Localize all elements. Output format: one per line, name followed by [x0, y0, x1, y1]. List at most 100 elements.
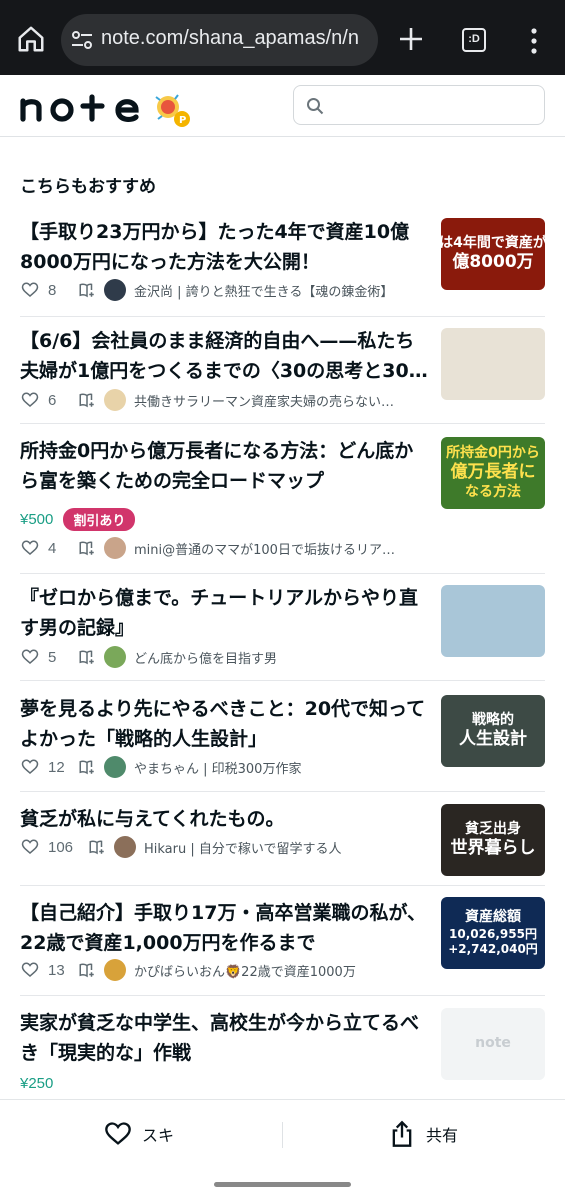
add-to-magazine-icon[interactable]	[78, 391, 96, 409]
note-logo[interactable]: P	[20, 89, 195, 129]
author-name[interactable]: どん底から億を目指す男	[134, 648, 277, 667]
price-row: ¥250	[20, 1075, 53, 1092]
article-title[interactable]: 【6/6】会社員のまま経済的自由へ——私たち夫婦が1億円をつくるまでの〈30の思…	[20, 326, 430, 386]
heart-icon	[105, 1122, 131, 1145]
home-icon[interactable]	[16, 24, 46, 54]
article-card[interactable]: 夢を見るより先にやるべきこと：20代で知ってよかった「戦略的人生設計」 戦略的 人生…	[20, 682, 545, 792]
article-title[interactable]: 【自己紹介】手取り17万・高卒営業職の私が、22歳で資産1,000万円を作るまで	[20, 898, 430, 958]
article-thumbnail[interactable]: 戦略的 人生設計	[441, 695, 545, 767]
article-meta: 8 金沢尚 | 誇りと熱狂で生きる【魂の錬金術】	[20, 279, 430, 301]
author-name[interactable]: 金沢尚 | 誇りと熱狂で生きる【魂の錬金術】	[134, 281, 393, 300]
article-list: 【手取り23万円から】たった4年で資産10億8000万円になった方法を大公開！は…	[0, 205, 565, 1105]
article-title[interactable]: 所持金0円から億万長者になる方法：どん底から富を築くための完全ロードマップ	[20, 436, 430, 496]
article-card[interactable]: 貧乏が私に与えてくれたもの。 貧乏出身 世界暮らし 106 Hikaru | 自分で稼い…	[20, 792, 545, 886]
thumbnail-text: 所持金0円から	[446, 444, 540, 461]
heart-icon[interactable]	[20, 539, 40, 557]
price: ¥500	[20, 511, 54, 528]
article-meta: 13 かぴばらいおん🦁22歳で資産1000万	[20, 959, 430, 981]
new-tab-icon[interactable]	[398, 26, 424, 52]
thumbnail-text: なる方法	[465, 483, 521, 500]
thumbnail-text: 世界暮らし	[450, 838, 536, 859]
like-count: 4	[48, 539, 57, 557]
heart-icon[interactable]	[20, 758, 40, 776]
tab-switcher-button[interactable]: :D	[462, 28, 486, 52]
like-count: 8	[48, 281, 57, 299]
article-title[interactable]: 貧乏が私に与えてくれたもの。	[20, 804, 430, 834]
avatar[interactable]	[104, 646, 126, 668]
author-name[interactable]: かぴばらいおん🦁22歳で資産1000万	[134, 961, 356, 980]
like-button[interactable]: スキ	[104, 1120, 174, 1148]
bottom-action-bar: スキ 共有	[0, 1099, 565, 1169]
article-card[interactable]: 『ゼロから億まで。チュートリアルからやり直す男の記録』 5 どん底から億を目指す男	[20, 571, 545, 681]
avatar[interactable]	[104, 537, 126, 559]
site-header: P	[0, 75, 565, 137]
article-title[interactable]: 夢を見るより先にやるべきこと：20代で知ってよかった「戦略的人生設計」	[20, 694, 430, 754]
add-to-magazine-icon[interactable]	[78, 961, 96, 979]
heart-icon[interactable]	[20, 838, 40, 856]
heart-icon[interactable]	[20, 961, 40, 979]
article-card[interactable]: 実家が貧乏な中学生、高校生が今から立てるべき「現実的な」作戦 note ¥250	[20, 996, 545, 1096]
article-card[interactable]: 【6/6】会社員のまま経済的自由へ——私たち夫婦が1億円をつくるまでの〈30の思…	[20, 314, 545, 424]
thumbnail-text: note	[475, 1035, 511, 1052]
article-thumbnail[interactable]: 所持金0円から 億万長者に なる方法	[441, 437, 545, 509]
author-name[interactable]: 共働きサラリーマン資産家夫婦の売らない…	[134, 391, 394, 410]
like-count: 6	[48, 391, 57, 409]
like-count: 106	[48, 838, 74, 856]
article-thumbnail[interactable]: 貧乏出身 世界暮らし	[441, 804, 545, 876]
article-card[interactable]: 【手取り23万円から】たった4年で資産10億8000万円になった方法を大公開！は…	[20, 205, 545, 317]
avatar[interactable]	[104, 279, 126, 301]
add-to-magazine-icon[interactable]	[78, 758, 96, 776]
search-box[interactable]	[293, 85, 545, 125]
discount-badge: 割引あり	[63, 508, 136, 531]
heart-icon[interactable]	[20, 391, 40, 409]
add-to-magazine-icon[interactable]	[78, 648, 96, 666]
heart-icon[interactable]	[20, 648, 40, 666]
browser-toolbar: note.com/shana_apamas/n/n :D	[0, 0, 565, 75]
article-meta: 4 mini@普通のママが100日で垢抜けるリア…	[20, 537, 430, 559]
article-title[interactable]: 【手取り23万円から】たった4年で資産10億8000万円になった方法を大公開！	[20, 217, 430, 277]
article-title[interactable]: 実家が貧乏な中学生、高校生が今から立てるべき「現実的な」作戦	[20, 1008, 430, 1068]
avatar[interactable]	[114, 836, 136, 858]
thumbnail-text: 10,026,955円	[449, 926, 537, 941]
article-card[interactable]: 所持金0円から億万長者になる方法：どん底から富を築くための完全ロードマップ 所持金…	[20, 424, 545, 574]
article-thumbnail[interactable]	[441, 328, 545, 400]
author-name[interactable]: mini@普通のママが100日で垢抜けるリア…	[134, 539, 395, 558]
avatar[interactable]	[104, 389, 126, 411]
article-thumbnail[interactable]	[441, 585, 545, 657]
like-label: スキ	[142, 1126, 175, 1145]
address-bar[interactable]: note.com/shana_apamas/n/n	[61, 14, 378, 66]
avatar[interactable]	[104, 756, 126, 778]
share-label: 共有	[426, 1126, 459, 1145]
search-icon	[307, 98, 324, 115]
thumbnail-text: 資産総額	[465, 909, 521, 926]
thumbnail-text: 貧乏出身	[465, 820, 521, 837]
author-name[interactable]: やまちゃん | 印税300万作家	[134, 758, 301, 777]
article-card[interactable]: 【自己紹介】手取り17万・高卒営業職の私が、22歳で資産1,000万円を作るまで…	[20, 886, 545, 996]
article-title[interactable]: 『ゼロから億まで。チュートリアルからやり直す男の記録』	[20, 583, 430, 643]
add-to-magazine-icon[interactable]	[88, 838, 106, 856]
article-thumbnail[interactable]: note	[441, 1008, 545, 1080]
thumbnail-text: 億8000万	[452, 252, 534, 273]
article-meta: 12 やまちゃん | 印税300万作家	[20, 756, 430, 778]
site-settings-icon[interactable]	[71, 30, 93, 50]
like-count: 5	[48, 648, 57, 666]
thumbnail-text: 戦略的	[472, 711, 514, 728]
author-name[interactable]: Hikaru | 自分で稼いで留学する人	[144, 838, 342, 857]
share-icon	[392, 1120, 412, 1147]
price-row: ¥500 割引あり	[20, 508, 136, 531]
price: ¥250	[20, 1075, 54, 1092]
article-thumbnail[interactable]: 資産総額 10,026,955円 +2,742,040円	[441, 897, 545, 969]
svg-text:P: P	[179, 115, 186, 126]
avatar[interactable]	[104, 959, 126, 981]
share-button[interactable]: 共有	[388, 1120, 458, 1148]
party-ornament-icon: P	[155, 94, 190, 127]
url-text: note.com/shana_apamas/n/n	[101, 27, 359, 49]
add-to-magazine-icon[interactable]	[78, 281, 96, 299]
thumbnail-text: +2,742,040円	[448, 941, 538, 956]
thumbnail-text: 人生設計	[459, 729, 527, 750]
like-count: 13	[48, 961, 65, 979]
more-menu-icon[interactable]	[528, 28, 540, 54]
add-to-magazine-icon[interactable]	[78, 539, 96, 557]
article-thumbnail[interactable]: は4年間で資産が 億8000万	[441, 218, 545, 290]
heart-icon[interactable]	[20, 281, 40, 299]
